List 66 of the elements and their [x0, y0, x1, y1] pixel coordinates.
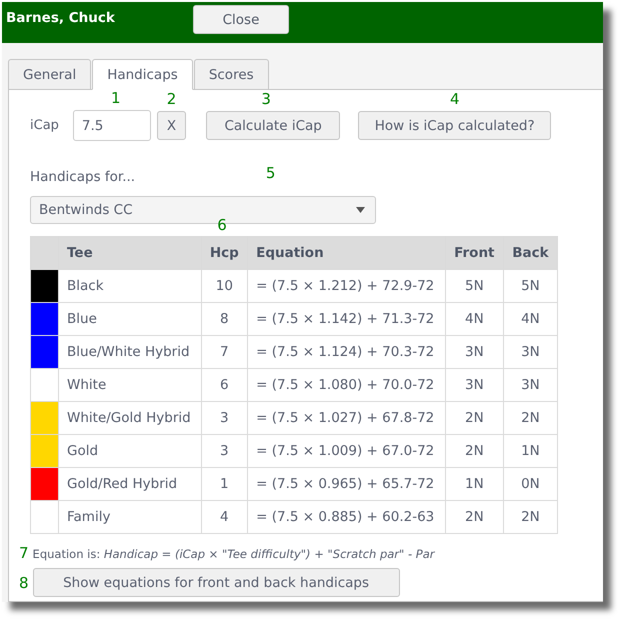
table-cell: = (7.5 × 1.027) + 67.8-72	[248, 402, 446, 434]
course-label: Handicaps for...	[30, 169, 136, 185]
column-header: Front	[445, 236, 504, 270]
callout-number: 1	[111, 91, 121, 106]
callout-number: 5	[266, 166, 276, 181]
callout-number: 3	[261, 92, 271, 107]
table-cell: 3N	[445, 336, 504, 368]
table-cell: 4	[201, 500, 248, 534]
callout-number: 4	[450, 92, 460, 107]
table-cell: Gold/Red Hybrid	[58, 468, 202, 500]
clear-button[interactable]: X	[156, 111, 186, 140]
tab[interactable]: Handicaps	[92, 59, 193, 90]
table-cell: = (7.5 × 1.124) + 70.3-72	[248, 336, 446, 368]
table-cell: 0N	[503, 468, 558, 500]
table-cell: 4N	[503, 302, 558, 336]
table-cell: 3N	[503, 336, 558, 368]
equation-note: Equation is: Handicap = (iCap × "Tee difficulty") + "Scratch par" - Par	[32, 547, 434, 561]
table-cell: 1	[201, 468, 248, 500]
table-cell: 2N	[503, 500, 558, 534]
show-equations-button[interactable]: Show equations for front and back handicaps	[32, 568, 400, 597]
table-cell: Blue/White Hybrid	[58, 336, 202, 368]
table-cell: Black	[58, 270, 202, 302]
callout-number: 7	[19, 544, 29, 562]
table-cell: 7	[201, 336, 248, 368]
table-cell: 8	[201, 302, 248, 336]
table-cell: White/Gold Hybrid	[58, 402, 202, 434]
header-cell	[30, 236, 58, 270]
table-cell: 2N	[445, 500, 504, 534]
caret-icon	[356, 207, 365, 213]
column-header: Equation	[248, 236, 446, 270]
column-header: Tee	[58, 236, 202, 270]
table-cell: 6	[201, 368, 248, 402]
table-cell: 2N	[503, 402, 558, 434]
table-cell: = (7.5 × 0.885) + 60.2-63	[248, 500, 446, 534]
table-cell: = (7.5 × 0.965) + 65.7-72	[248, 468, 446, 500]
calculate-button[interactable]: Calculate iCap	[206, 111, 340, 140]
table-cell: 3	[201, 434, 248, 468]
table-cell: 3N	[445, 368, 504, 402]
table-cell: 3	[201, 402, 248, 434]
table-cell: 2N	[445, 434, 504, 468]
table-cell: 1N	[503, 434, 558, 468]
tab[interactable]: Scores	[194, 59, 269, 90]
icap-label: iCap	[30, 118, 59, 133]
table-cell: = (7.5 × 1.142) + 71.3-72	[248, 302, 446, 336]
help-button[interactable]: How is iCap calculated?	[358, 111, 552, 140]
table-cell: 5N	[445, 270, 504, 302]
table-cell: Blue	[58, 302, 202, 336]
table-cell: = (7.5 × 1.009) + 67.0-72	[248, 434, 446, 468]
tab[interactable]: General	[8, 59, 92, 90]
callout-number: 2	[166, 92, 176, 107]
table-cell: Family	[58, 500, 202, 534]
callout-number: 8	[19, 574, 29, 592]
table-cell: = (7.5 × 1.080) + 70.0-72	[248, 368, 446, 402]
column-header: Back	[503, 236, 558, 270]
table-cell: 2N	[445, 402, 504, 434]
table-cell: 10	[201, 270, 248, 302]
table-cell: 5N	[503, 270, 558, 302]
table-cell: 4N	[445, 302, 504, 336]
table-cell: Gold	[58, 434, 202, 468]
icap-field[interactable]: 7.5	[72, 110, 151, 141]
window-title: Barnes, Chuck	[6, 10, 116, 26]
table-cell: = (7.5 × 1.212) + 72.9-72	[248, 270, 446, 302]
table-cell: 3N	[503, 368, 558, 402]
close-button[interactable]: Close	[193, 5, 289, 34]
table-cell: White	[58, 368, 202, 402]
table-cell: 1N	[445, 468, 504, 500]
